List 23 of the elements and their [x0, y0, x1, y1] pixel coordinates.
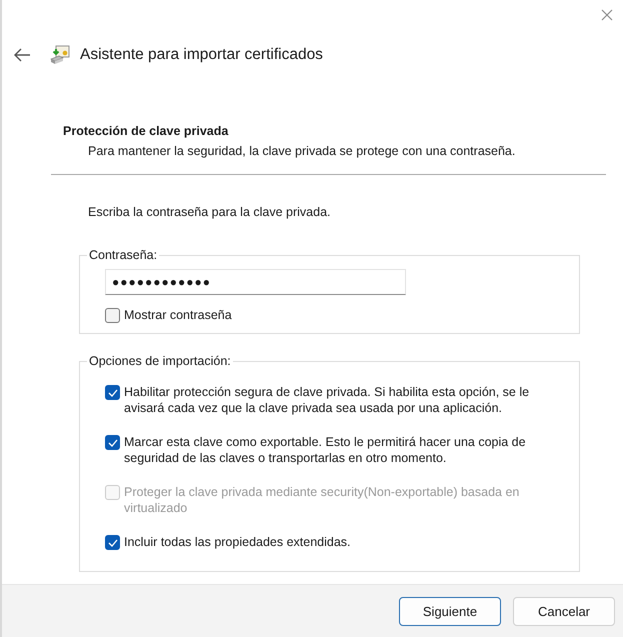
close-icon[interactable]	[601, 9, 613, 21]
group-label: Opciones de importación:	[88, 354, 232, 368]
section-description: Para mantener la seguridad, la clave privada se protege con una contraseña.	[88, 144, 516, 158]
window-title: Asistente para importar certificados	[80, 46, 323, 64]
group-label: Contraseña:	[88, 248, 158, 262]
checkmark-icon	[108, 438, 118, 446]
cancel-button[interactable]: Cancelar	[513, 596, 615, 626]
checkbox-label[interactable]: Mostrar contraseña	[124, 307, 232, 323]
checkbox-label[interactable]: Habilitar protección segura de clave privada. Si habilita esta opción, se le avisará cada vez que la clave privada sea usada por una aplicación.	[124, 384, 559, 416]
checkbox-label[interactable]: Marcar esta clave como exportable. Esto le permitirá hacer una copia de seguridad de las claves o transportarlas en otro momento.	[124, 434, 559, 466]
checkmark-icon	[108, 538, 118, 546]
checkbox[interactable]	[105, 535, 120, 550]
checkbox-label[interactable]: Incluir todas las propiedades extendidas.	[124, 534, 351, 550]
checkbox[interactable]	[105, 435, 120, 450]
checkbox[interactable]	[105, 308, 120, 323]
back-arrow-icon[interactable]	[13, 48, 31, 62]
next-button[interactable]: Siguiente	[399, 596, 501, 626]
checkbox[interactable]	[105, 385, 120, 400]
certificate-icon	[50, 45, 70, 65]
checkmark-icon	[108, 388, 118, 396]
section-heading: Protección de clave privada	[63, 124, 230, 138]
password-field[interactable]: ●●●●●●●●●●●●	[105, 269, 406, 295]
instruction-text: Escriba la contraseña para la clave privada.	[88, 205, 332, 219]
